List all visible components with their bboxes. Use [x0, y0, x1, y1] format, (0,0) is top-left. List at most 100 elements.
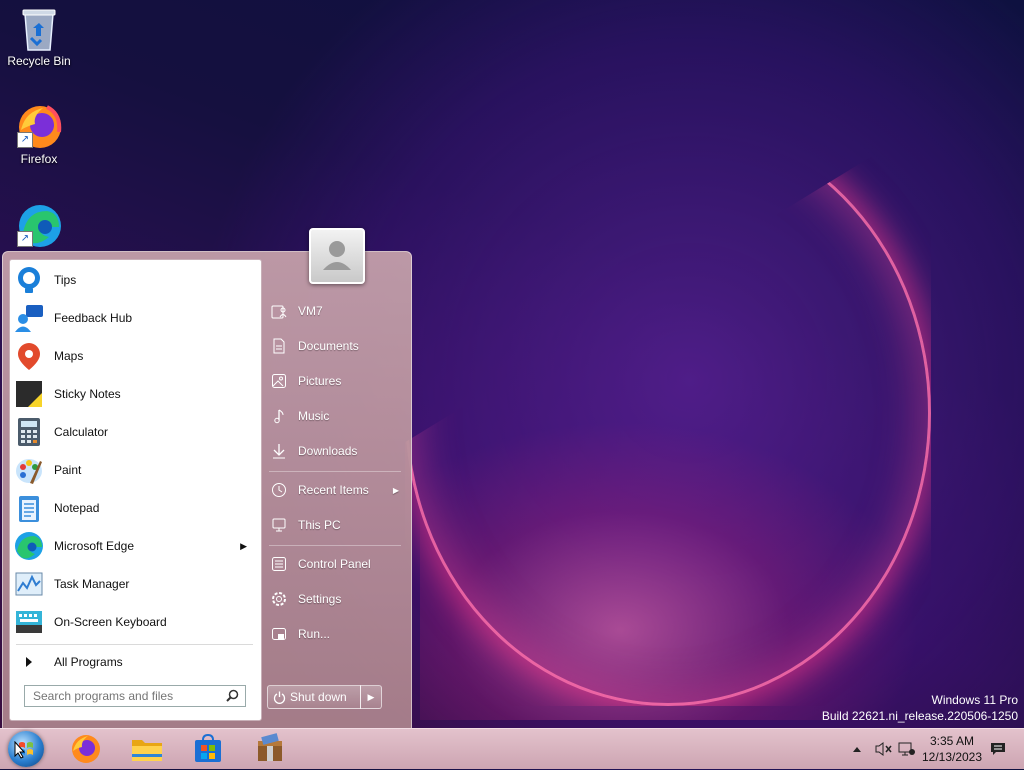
program-on-screen-keyboard[interactable]: On-Screen Keyboard	[14, 604, 257, 640]
start-link-music[interactable]: Music	[271, 403, 401, 429]
chevron-right-icon: ▶	[367, 691, 375, 702]
triangle-right-icon	[14, 647, 44, 677]
maps-icon	[14, 341, 44, 371]
start-link-documents[interactable]: Documents	[271, 333, 401, 359]
program-microsoft-edge[interactable]: Microsoft Edge ▶	[14, 528, 257, 564]
wallpaper-ring	[405, 120, 931, 706]
program-label: Task Manager	[54, 577, 130, 591]
desktop-icon-label: Firefox	[20, 152, 58, 166]
watermark-build: Build 22621.ni_release.220506-1250	[821, 709, 1018, 723]
clock-date: 12/13/2023	[921, 750, 983, 764]
paint-icon	[14, 455, 44, 485]
edge-icon	[14, 531, 44, 561]
start-link-label: Control Panel	[298, 557, 371, 571]
computer-icon	[271, 517, 287, 533]
store-icon	[195, 733, 221, 762]
firefox-icon	[72, 735, 100, 763]
keyboard-icon	[14, 607, 44, 637]
firefox-icon: ↗	[17, 104, 62, 148]
control-panel-icon	[271, 556, 287, 572]
user-folder-icon	[271, 303, 287, 319]
program-notepad[interactable]: Notepad	[14, 490, 257, 526]
clock-icon	[271, 482, 287, 498]
desktop-icon-firefox[interactable]: ↗ Firefox	[1, 104, 77, 166]
taskbar-microsoft-store[interactable]	[190, 733, 226, 765]
program-label: Sticky Notes	[54, 387, 121, 401]
program-paint[interactable]: Paint	[14, 452, 257, 488]
search-box[interactable]	[24, 685, 246, 707]
start-link-label: Downloads	[298, 444, 358, 458]
program-label: On-Screen Keyboard	[54, 615, 167, 629]
gear-icon	[271, 591, 287, 607]
shortcut-arrow-icon: ↗	[17, 132, 33, 148]
program-calculator[interactable]: Calculator	[14, 414, 257, 450]
shortcut-arrow-icon: ↗	[17, 231, 33, 247]
start-link-control-panel[interactable]: Control Panel	[271, 551, 401, 577]
start-link-label: This PC	[298, 518, 341, 532]
program-maps[interactable]: Maps	[14, 338, 257, 374]
network-icon	[898, 742, 915, 756]
os-watermark: Windows 11 Pro Build 22621.ni_release.22…	[822, 692, 1018, 724]
clock-time: 3:35 AM	[929, 734, 975, 748]
search-input[interactable]	[31, 688, 225, 704]
start-link-pictures[interactable]: Pictures	[271, 368, 401, 394]
start-link-settings[interactable]: Settings	[271, 586, 401, 612]
start-link-label: VM7	[298, 304, 323, 318]
tips-icon	[14, 265, 44, 295]
program-label: Tips	[54, 273, 77, 287]
desktop-icon-edge[interactable]: ↗	[1, 203, 77, 251]
start-link-label: Run...	[298, 627, 331, 641]
right-separator	[269, 545, 401, 546]
tray-network[interactable]	[897, 729, 915, 769]
tray-show-hidden[interactable]	[852, 729, 862, 769]
program-tips[interactable]: Tips	[14, 262, 257, 298]
program-label: Maps	[54, 349, 84, 363]
start-link-user-folder[interactable]: VM7	[271, 298, 401, 324]
start-link-label: Settings	[298, 592, 342, 606]
start-link-label: Recent Items	[298, 483, 369, 497]
program-feedback-hub[interactable]: Feedback Hub	[14, 300, 257, 336]
notepad-icon	[14, 493, 44, 523]
program-label: Feedback Hub	[54, 311, 133, 325]
task-manager-icon	[14, 569, 44, 599]
program-label: Calculator	[54, 425, 109, 439]
all-programs-button[interactable]: All Programs	[14, 648, 257, 676]
taskbar: 3:35 AM 12/13/2023	[0, 728, 1024, 769]
search-icon[interactable]	[226, 689, 239, 702]
program-sticky-notes[interactable]: Sticky Notes	[14, 376, 257, 412]
programs-separator	[16, 644, 253, 645]
sticky-notes-icon	[14, 379, 44, 409]
watermark-edition: Windows 11 Pro	[931, 693, 1018, 707]
taskbar-clock[interactable]: 3:35 AM 12/13/2023	[918, 733, 986, 765]
taskbar-firefox[interactable]	[68, 733, 104, 765]
start-link-run[interactable]: Run...	[271, 621, 401, 647]
taskbar-file-explorer[interactable]	[129, 733, 165, 765]
submenu-arrow-icon: ▶	[392, 485, 399, 495]
start-link-label: Pictures	[298, 374, 342, 388]
chevron-up-icon	[853, 747, 861, 752]
shut-down-options-button[interactable]: ▶	[360, 685, 382, 709]
user-avatar[interactable]	[309, 228, 365, 284]
submenu-arrow-icon: ▶	[240, 540, 247, 551]
program-task-manager[interactable]: Task Manager	[14, 566, 257, 602]
start-link-recent-items[interactable]: Recent Items ▶	[271, 477, 401, 503]
mouse-cursor-icon	[14, 740, 26, 762]
program-label: Paint	[54, 463, 82, 477]
start-menu: Tips Feedback Hub Maps Sticky Notes Calc…	[2, 228, 412, 730]
shut-down-button[interactable]: Shut down	[267, 685, 361, 709]
edge-icon: ↗	[17, 203, 61, 247]
recycle-bin-icon	[17, 6, 61, 51]
notification-icon	[991, 743, 1005, 755]
desktop-icon-label: Recycle Bin	[7, 54, 71, 68]
music-note-icon	[271, 408, 287, 424]
start-link-this-pc[interactable]: This PC	[271, 512, 401, 538]
power-icon	[268, 691, 290, 704]
tray-volume[interactable]	[875, 729, 893, 769]
desktop-icon-recycle-bin[interactable]: Recycle Bin	[1, 6, 77, 68]
tray-notifications[interactable]	[990, 729, 1006, 769]
start-link-downloads[interactable]: Downloads	[271, 438, 401, 464]
speaker-muted-icon	[875, 742, 892, 756]
taskbar-archive-app[interactable]	[252, 733, 288, 765]
right-separator	[269, 471, 401, 472]
document-icon	[271, 338, 287, 354]
